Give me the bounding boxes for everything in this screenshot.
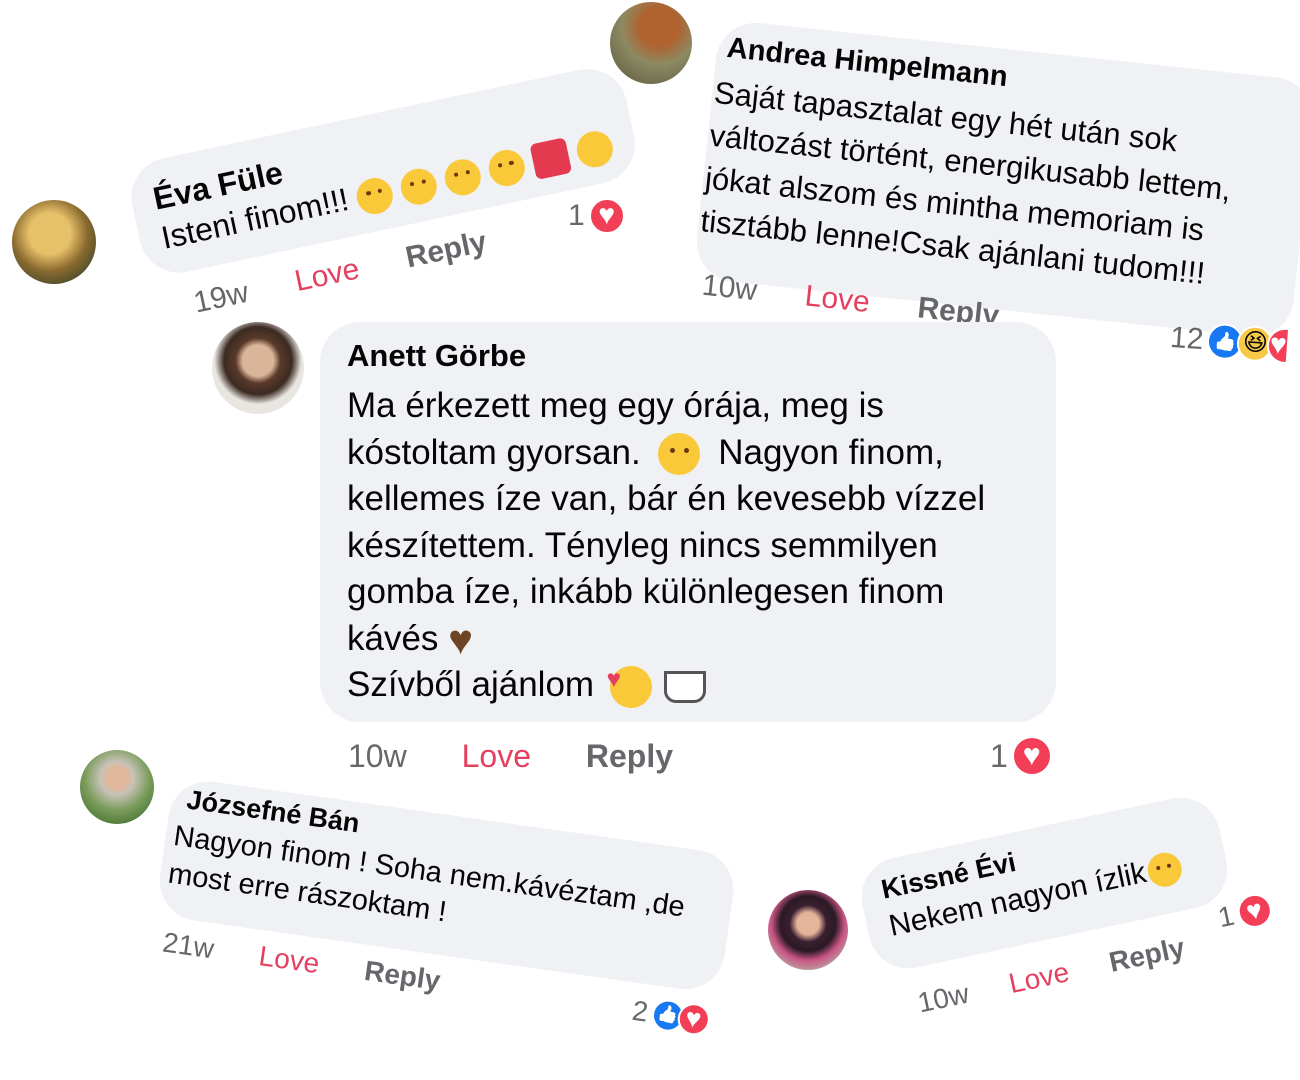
savoring-face-icon: [353, 174, 397, 217]
smiling-face-icon: [658, 433, 701, 476]
comment-line-wrapper: Szívből ajánlom: [347, 657, 985, 709]
reaction-summary[interactable]: 2: [630, 994, 712, 1038]
love-reaction-icon: [675, 1001, 712, 1038]
comment-time: 19w: [190, 275, 252, 320]
reaction-count: 1: [1215, 899, 1237, 934]
comment-line: Ma érkezett meg egy órája, meg is: [347, 386, 884, 425]
love-button[interactable]: Love: [1006, 956, 1072, 1000]
brown-heart-icon: ♥: [448, 616, 474, 664]
love-button[interactable]: Love: [257, 940, 321, 980]
love-reaction-icon: [1011, 736, 1052, 776]
comment-line: gomba íze, inkább különlegesen finom: [347, 572, 945, 611]
reply-button[interactable]: Reply: [1106, 932, 1187, 979]
comment-line: kóstoltam gyorsan.: [347, 432, 641, 472]
reaction-count: 1: [568, 199, 585, 232]
reply-button[interactable]: Reply: [403, 225, 490, 275]
heart-with-ribbon-icon: [529, 136, 572, 180]
love-reaction-icon: [1234, 890, 1275, 932]
reaction-count: 12: [1169, 320, 1205, 357]
avatar[interactable]: [80, 750, 154, 824]
comment-time: 10w: [700, 268, 759, 308]
grinning-face-icon: [1144, 849, 1185, 890]
comment-actions: 10w Love Reply: [348, 738, 673, 775]
comment-time: 10w: [348, 738, 407, 774]
love-button[interactable]: Love: [803, 279, 871, 320]
comment-line: Szívből ajánlom: [347, 665, 595, 704]
hot-beverage-icon: [663, 670, 706, 703]
avatar[interactable]: [12, 200, 96, 284]
comment-line-wrapper: kávés ♥: [347, 616, 985, 663]
reaction-count: 2: [630, 994, 651, 1028]
reaction-summary[interactable]: 1: [990, 736, 1052, 776]
reaction-summary[interactable]: 12: [1169, 320, 1291, 365]
avatar[interactable]: [212, 322, 304, 414]
comment-author[interactable]: Anett Görbe: [347, 338, 526, 374]
love-reaction-icon: [1266, 326, 1291, 365]
smiling-face-icon: [485, 146, 528, 189]
comment-line: kellemes íze van, bár én kevesebb vízzel: [347, 479, 986, 518]
comment-time: 10w: [914, 977, 972, 1019]
comment-line: Nagyon finom,: [718, 432, 944, 472]
love-reaction-icon: [588, 198, 625, 234]
reply-button[interactable]: Reply: [362, 955, 442, 997]
avatar[interactable]: [610, 2, 692, 84]
comment-line: készítettem. Tényleg nincs semmilyen: [347, 525, 938, 565]
comment-text: Ma érkezett meg egy órája, meg is kóstol…: [347, 383, 985, 709]
smiling-face-with-hearts-icon: [606, 657, 652, 708]
avatar[interactable]: [768, 890, 848, 970]
savoring-face-icon: [441, 155, 485, 199]
reaction-count: 1: [990, 737, 1008, 774]
reaction-summary[interactable]: 1: [1215, 890, 1275, 935]
comment-line-wrapper: kóstoltam gyorsan. Nagyon finom,: [347, 430, 985, 477]
love-button[interactable]: Love: [292, 252, 363, 299]
savoring-face-icon: [397, 164, 441, 208]
comment-line: kávés: [347, 618, 439, 658]
smiling-face-with-hands-icon: [573, 127, 616, 171]
reaction-summary[interactable]: 1: [568, 198, 625, 234]
reply-button[interactable]: Reply: [586, 738, 673, 775]
love-button[interactable]: Love: [462, 738, 531, 775]
comment-time: 21w: [160, 926, 216, 965]
